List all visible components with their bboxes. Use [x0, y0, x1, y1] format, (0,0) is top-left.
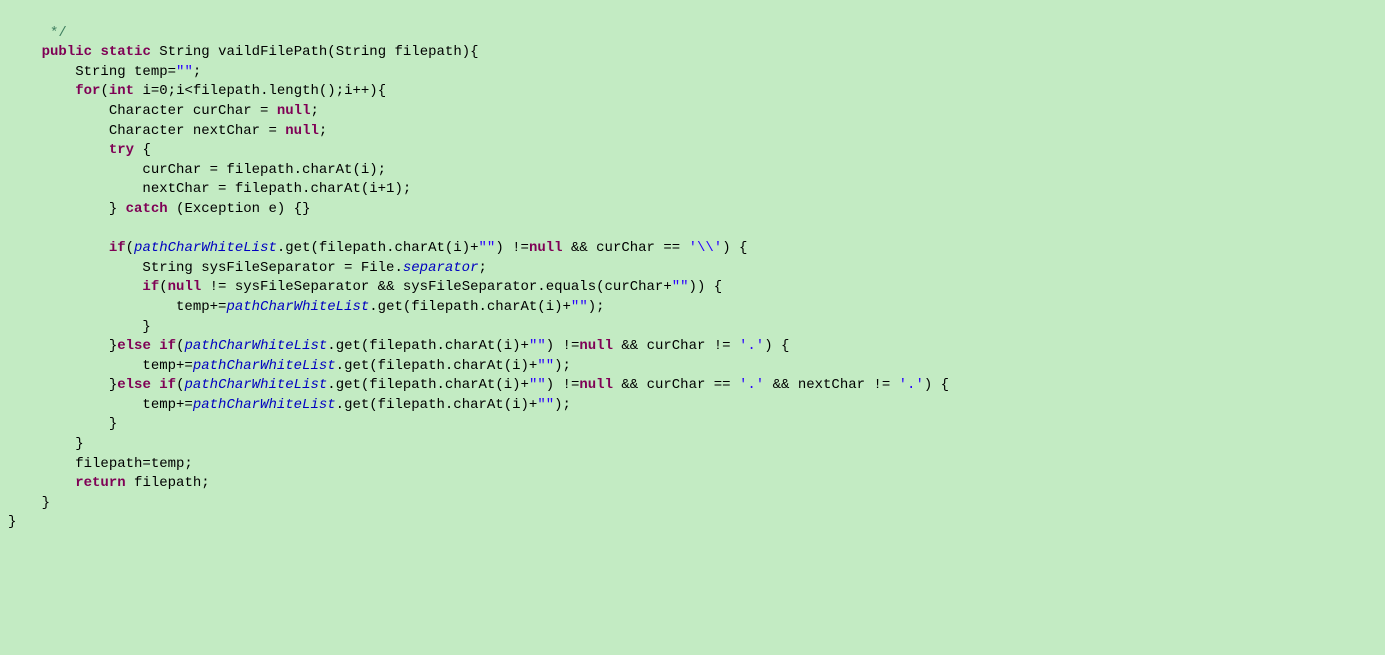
code-line: for(int i=0;i<filepath.length();i++){ — [8, 83, 386, 99]
code-line: String temp=""; — [8, 64, 201, 80]
code-line: temp+=pathCharWhiteList.get(filepath.cha… — [8, 397, 571, 413]
code-line: try { — [8, 142, 151, 158]
code-line: String sysFileSeparator = File.separator… — [8, 260, 487, 276]
code-line: public static String vaildFilePath(Strin… — [8, 44, 479, 60]
code-line: temp+=pathCharWhiteList.get(filepath.cha… — [8, 358, 571, 374]
code-line: if(pathCharWhiteList.get(filepath.charAt… — [8, 240, 747, 256]
code-line: nextChar = filepath.charAt(i+1); — [8, 181, 411, 197]
code-line: Character nextChar = null; — [8, 123, 327, 139]
code-line: curChar = filepath.charAt(i); — [8, 162, 386, 178]
code-line: } — [8, 436, 84, 452]
code-line: Character curChar = null; — [8, 103, 319, 119]
code-line: } — [8, 495, 50, 511]
code-line: temp+=pathCharWhiteList.get(filepath.cha… — [8, 299, 605, 315]
code-line: } — [8, 514, 16, 530]
code-line: if(null != sysFileSeparator && sysFileSe… — [8, 279, 722, 295]
code-line: */ — [8, 25, 67, 41]
code-line: }else if(pathCharWhiteList.get(filepath.… — [8, 338, 789, 354]
code-line: filepath=temp; — [8, 456, 193, 472]
code-line: } catch (Exception e) {} — [8, 201, 310, 217]
code-editor[interactable]: */ public static String vaildFilePath(St… — [0, 20, 1385, 537]
code-line: }else if(pathCharWhiteList.get(filepath.… — [8, 377, 949, 393]
code-line: } — [8, 319, 151, 335]
code-line: } — [8, 416, 117, 432]
code-line — [8, 221, 16, 237]
code-line: return filepath; — [8, 475, 210, 491]
